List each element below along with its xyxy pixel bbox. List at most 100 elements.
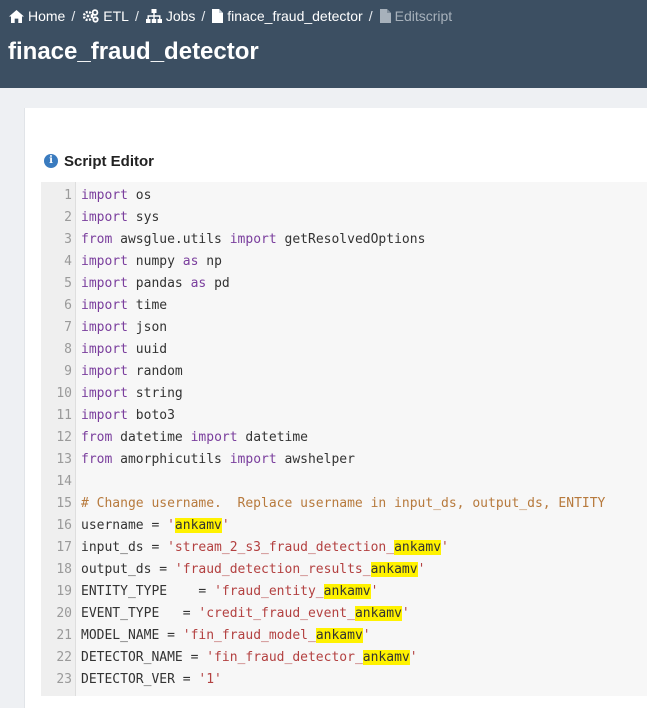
keyword-token: import xyxy=(81,364,128,379)
line-number: 13 xyxy=(56,452,72,467)
string-token: ' xyxy=(370,584,379,599)
code-line[interactable]: 1 import os xyxy=(41,185,647,207)
code-token: os xyxy=(135,188,152,203)
code-line[interactable]: 8 import uuid xyxy=(41,339,647,361)
code-line[interactable]: 17 input_ds = 'stream_2_s3_fraud_detectio… xyxy=(41,537,647,559)
code-line[interactable]: 20 EVENT_TYPE = 'credit_fraud_event_ankam… xyxy=(41,603,647,625)
code-token: uuid xyxy=(135,342,168,357)
keyword-token: import xyxy=(81,408,128,423)
string-token: ' xyxy=(221,518,230,533)
section-title: Script Editor xyxy=(64,153,155,170)
line-number: 20 xyxy=(56,606,72,621)
code-text: MODEL_NAME = 'fin_fraud_model_ankamv' xyxy=(81,625,371,647)
line-number: 16 xyxy=(56,518,72,533)
code-token: awshelper xyxy=(284,452,355,467)
line-number: 9 xyxy=(64,364,72,379)
header-bar: Home / ETL / Jobs / finace_fraud_detecto… xyxy=(0,0,647,88)
highlighted-token: ankamv xyxy=(354,606,402,621)
code-token: datetime xyxy=(120,430,183,445)
line-number: 7 xyxy=(64,320,72,335)
code-token: username = xyxy=(81,518,168,533)
code-line[interactable]: 19 ENTITY_TYPE = 'fraud_entity_ankamv' xyxy=(41,581,647,603)
line-number: 17 xyxy=(56,540,72,555)
string-token: ' xyxy=(409,650,418,665)
script-editor-header: i Script Editor xyxy=(44,152,155,170)
line-number: 12 xyxy=(56,430,72,445)
breadcrumb-separator: / xyxy=(368,8,373,24)
code-text: import time xyxy=(81,295,167,317)
code-token: datetime xyxy=(245,430,309,445)
code-line[interactable]: 13 from amorphicutils import awshelper xyxy=(41,449,647,471)
code-line[interactable]: 6 import time xyxy=(41,295,647,317)
code-line[interactable]: 4 import numpy as np xyxy=(41,251,647,273)
keyword-token: import xyxy=(229,232,277,247)
line-number: 6 xyxy=(64,298,72,313)
highlighted-token: ankamv xyxy=(315,628,363,643)
keyword-token: import xyxy=(81,386,128,401)
breadcrumb-job[interactable]: finace_fraud_detector xyxy=(212,8,363,24)
breadcrumb-home-label: Home xyxy=(28,8,66,24)
string-token: 'stream_2_s3_fraud_detection_ xyxy=(167,540,395,555)
code-line[interactable]: 10 import string xyxy=(41,383,647,405)
code-token: amorphicutils xyxy=(120,452,222,467)
code-text: username = 'ankamv' xyxy=(81,515,230,537)
line-number: 15 xyxy=(56,496,72,511)
line-number: 14 xyxy=(56,474,72,489)
code-text: input_ds = 'stream_2_s3_fraud_detection_… xyxy=(81,537,449,559)
line-number: 1 xyxy=(64,188,72,203)
code-line[interactable]: 21 MODEL_NAME = 'fin_fraud_model_ankamv' xyxy=(41,625,647,647)
code-editor[interactable]: 1 import os 2 import sys 3 from awsglue.utils… xyxy=(41,182,647,696)
code-token: MODEL_NAME = xyxy=(81,628,183,643)
code-text: import string xyxy=(81,383,183,405)
code-line[interactable]: 15 # Change username. Replace username in… xyxy=(41,493,647,515)
code-line[interactable]: 11 import boto3 xyxy=(41,405,647,427)
code-text: import numpy as np xyxy=(81,251,222,273)
breadcrumb-etl[interactable]: ETL xyxy=(82,8,129,24)
highlighted-token: ankamv xyxy=(362,650,410,665)
breadcrumb-editscript: Editscript xyxy=(379,8,452,24)
code-text: # Change username. Replace username in i… xyxy=(81,493,605,515)
line-number: 18 xyxy=(56,562,72,577)
code-token: EVENT_TYPE = xyxy=(81,606,199,621)
breadcrumb-home[interactable]: Home xyxy=(9,8,65,24)
cogs-icon xyxy=(83,9,99,23)
line-number: 19 xyxy=(56,584,72,599)
string-token: 'fraud_detection_results_ xyxy=(174,562,371,577)
keyword-token: import xyxy=(81,210,128,225)
code-line[interactable]: 12 from datetime import datetime xyxy=(41,427,647,449)
breadcrumb-separator: / xyxy=(134,8,139,24)
code-line[interactable]: 3 from awsglue.utils import getResolvedOp… xyxy=(41,229,647,251)
keyword-token: from xyxy=(81,430,113,445)
keyword-token: import xyxy=(81,254,128,269)
code-token: string xyxy=(135,386,183,401)
string-token: '1' xyxy=(198,672,222,687)
code-line[interactable]: 14 xyxy=(41,471,647,493)
line-number: 3 xyxy=(64,232,72,247)
code-line[interactable]: 16 username = 'ankamv' xyxy=(41,515,647,537)
breadcrumb-separator: / xyxy=(71,8,76,24)
code-line[interactable]: 7 import json xyxy=(41,317,647,339)
code-token: output_ds = xyxy=(81,562,175,577)
code-token: ENTITY_TYPE = xyxy=(81,584,215,599)
string-token: 'credit_fraud_event_ xyxy=(198,606,355,621)
code-line[interactable]: 18 output_ds = 'fraud_detection_results_a… xyxy=(41,559,647,581)
string-token: 'fin_fraud_model_ xyxy=(182,628,316,643)
breadcrumb-jobs[interactable]: Jobs xyxy=(145,8,196,24)
highlighted-token: ankamv xyxy=(394,540,442,555)
keyword-token: as xyxy=(190,276,207,291)
code-line[interactable]: 23 DETECTOR_VER = '1' xyxy=(41,669,647,691)
code-line[interactable]: 2 import sys xyxy=(41,207,647,229)
breadcrumb: Home / ETL / Jobs / finace_fraud_detecto… xyxy=(9,7,452,25)
code-text: from datetime import datetime xyxy=(81,427,308,449)
code-text: DETECTOR_NAME = 'fin_fraud_detector_anka… xyxy=(81,647,418,669)
sitemap-icon xyxy=(145,9,162,23)
code-text: from amorphicutils import awshelper xyxy=(81,449,355,471)
info-icon[interactable]: i xyxy=(44,153,58,168)
code-line[interactable]: 5 import pandas as pd xyxy=(41,273,647,295)
breadcrumb-etl-label: ETL xyxy=(103,8,129,24)
breadcrumb-separator: / xyxy=(201,8,206,24)
code-line[interactable]: 22 DETECTOR_NAME = 'fin_fraud_detector_an… xyxy=(41,647,647,669)
code-token: DETECTOR_VER = xyxy=(81,672,199,687)
code-line[interactable]: 9 import random xyxy=(41,361,647,383)
breadcrumb-jobs-label: Jobs xyxy=(165,8,196,24)
